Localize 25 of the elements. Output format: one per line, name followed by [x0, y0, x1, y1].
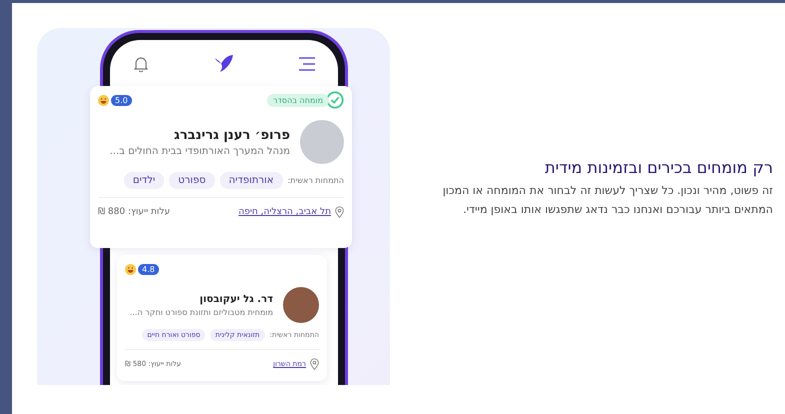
rating-badge: 4.8: [138, 264, 159, 274]
avatar: [283, 287, 319, 323]
status-badge: מומחה בהסדר: [267, 94, 329, 106]
consultation-price: עלות ייעוץ: 880 ₪: [98, 207, 170, 217]
menu-icon[interactable]: [298, 57, 316, 71]
location-pin-icon: [310, 358, 319, 370]
smiley-icon: [125, 264, 136, 274]
section-paragraph: זה פשוט, מהיר ונכון. כל שצריך לעשות זה לבחור את המומחה או המכון המתאים ביותר עבורכם ואנחנו כבר נדאג שתפגשו אותו באופן מיידי.: [442, 183, 773, 218]
doctor-title: מומחית מטבוליזם ותזונת ספורט וחקר ה...: [130, 308, 273, 316]
doctor-title: מנהל המערך האורתופדי בבית החולים ב...: [110, 146, 290, 156]
bell-icon[interactable]: [134, 56, 148, 72]
rating-badge: 5.0: [111, 94, 132, 106]
check-badge-icon: [326, 91, 344, 109]
specialty-label: התמחות ראשית:: [288, 176, 344, 185]
specialty-tag[interactable]: ספורט: [169, 172, 215, 189]
location-link[interactable]: תל אביב, הרצליה, חיפה: [238, 207, 331, 217]
avatar: [300, 120, 344, 164]
smiley-icon: [98, 94, 109, 106]
leaf-logo: [212, 54, 234, 74]
doctor-name: פרופ׳ רענן גרינברג: [173, 128, 290, 142]
doctor-name: דר. גל יעקובסון: [198, 294, 273, 304]
specialty-tag[interactable]: ילדים: [124, 172, 164, 189]
specialty-tag[interactable]: אורתופדיה: [220, 172, 283, 189]
section-heading: רק מומחים בכירים ובזמינות מידית: [544, 158, 773, 177]
location-pin-icon: [335, 206, 344, 218]
